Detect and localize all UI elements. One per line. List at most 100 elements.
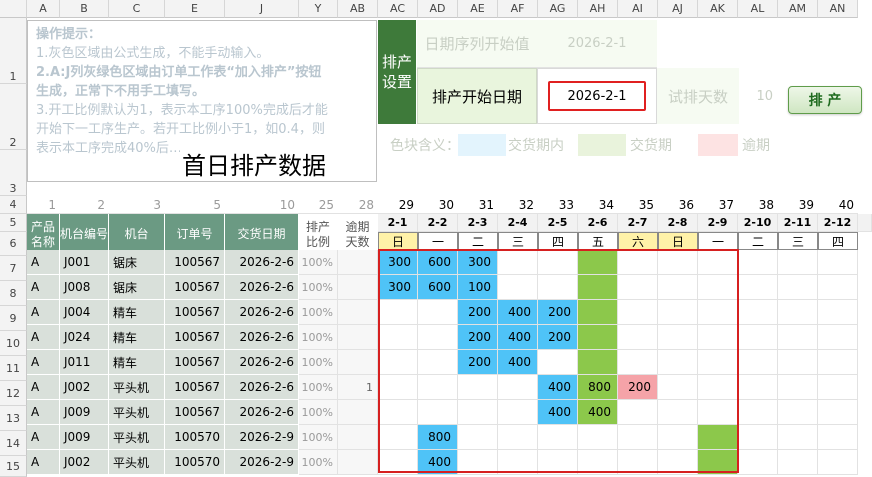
cell-machine[interactable]: 精车: [109, 325, 165, 350]
column-header[interactable]: AD: [418, 0, 458, 18]
cell-delivery[interactable]: 2026-2-6: [225, 275, 299, 300]
schedule-cell[interactable]: 300: [458, 250, 498, 275]
cell-order[interactable]: 100567: [165, 350, 225, 375]
cell-order[interactable]: 100570: [165, 450, 225, 475]
schedule-cell[interactable]: [738, 250, 778, 275]
row-header[interactable]: 14: [0, 431, 27, 456]
schedule-cell[interactable]: [418, 300, 458, 325]
schedule-cell[interactable]: [778, 325, 818, 350]
schedule-cell[interactable]: [658, 400, 698, 425]
cell-delivery[interactable]: 2026-2-6: [225, 400, 299, 425]
schedule-cell[interactable]: [378, 425, 418, 450]
column-header[interactable]: C: [109, 0, 165, 18]
start-date-input[interactable]: 2026-2-1: [537, 68, 657, 124]
cell-overdue[interactable]: [338, 400, 378, 425]
schedule-cell[interactable]: [738, 300, 778, 325]
schedule-cell[interactable]: 200: [618, 375, 658, 400]
schedule-cell[interactable]: [658, 375, 698, 400]
schedule-cell[interactable]: [818, 300, 858, 325]
schedule-cell[interactable]: 400: [538, 375, 578, 400]
schedule-cell[interactable]: [618, 425, 658, 450]
schedule-cell[interactable]: [738, 400, 778, 425]
cell-delivery[interactable]: 2026-2-6: [225, 350, 299, 375]
cell-machine[interactable]: 平头机: [109, 375, 165, 400]
schedule-cell[interactable]: 400: [538, 400, 578, 425]
column-header[interactable]: AJ: [658, 0, 698, 18]
schedule-cell[interactable]: [378, 350, 418, 375]
schedule-cell[interactable]: [698, 275, 738, 300]
schedule-cell[interactable]: 400: [498, 300, 538, 325]
schedule-cell[interactable]: [418, 375, 458, 400]
row-header[interactable]: 2: [0, 84, 27, 150]
schedule-cell[interactable]: [578, 325, 618, 350]
schedule-cell[interactable]: [738, 275, 778, 300]
column-header[interactable]: J: [225, 0, 299, 18]
cell-product[interactable]: A: [27, 375, 60, 400]
schedule-cell[interactable]: [778, 275, 818, 300]
schedule-cell[interactable]: [698, 425, 738, 450]
schedule-cell[interactable]: 600: [418, 250, 458, 275]
schedule-cell[interactable]: 800: [578, 375, 618, 400]
schedule-cell[interactable]: [738, 350, 778, 375]
schedule-cell[interactable]: 200: [458, 350, 498, 375]
schedule-cell[interactable]: [818, 375, 858, 400]
cell-machine-no[interactable]: J008: [60, 275, 109, 300]
cell-machine-no[interactable]: J024: [60, 325, 109, 350]
schedule-cell[interactable]: [578, 300, 618, 325]
cell-product[interactable]: A: [27, 275, 60, 300]
schedule-cell[interactable]: 400: [418, 450, 458, 475]
cell-machine[interactable]: 平头机: [109, 450, 165, 475]
cell-order[interactable]: 100567: [165, 325, 225, 350]
schedule-cell[interactable]: [418, 400, 458, 425]
cell-machine-no[interactable]: J001: [60, 250, 109, 275]
schedule-cell[interactable]: [618, 350, 658, 375]
cell-overdue[interactable]: 1: [338, 375, 378, 400]
schedule-cell[interactable]: [538, 275, 578, 300]
cell-machine[interactable]: 平头机: [109, 400, 165, 425]
schedule-cell[interactable]: [498, 375, 538, 400]
cell-product[interactable]: A: [27, 250, 60, 275]
schedule-cell[interactable]: [658, 350, 698, 375]
schedule-cell[interactable]: [818, 325, 858, 350]
column-header[interactable]: AL: [738, 0, 778, 18]
schedule-cell[interactable]: [698, 375, 738, 400]
cell-product[interactable]: A: [27, 325, 60, 350]
schedule-cell[interactable]: 600: [418, 275, 458, 300]
schedule-cell[interactable]: [498, 400, 538, 425]
schedule-cell[interactable]: [658, 250, 698, 275]
cell-overdue[interactable]: [338, 300, 378, 325]
row-header[interactable]: 15: [0, 456, 27, 477]
cell-ratio[interactable]: 100%: [299, 450, 338, 475]
cell-product[interactable]: A: [27, 450, 60, 475]
column-header[interactable]: AK: [698, 0, 738, 18]
schedule-cell[interactable]: [698, 325, 738, 350]
schedule-cell[interactable]: [578, 250, 618, 275]
schedule-cell[interactable]: [538, 250, 578, 275]
schedule-cell[interactable]: [698, 300, 738, 325]
cell-overdue[interactable]: [338, 450, 378, 475]
cell-order[interactable]: 100567: [165, 250, 225, 275]
cell-machine[interactable]: 平头机: [109, 425, 165, 450]
schedule-cell[interactable]: [778, 400, 818, 425]
row-header[interactable]: 6: [0, 232, 27, 256]
cell-machine[interactable]: 锯床: [109, 275, 165, 300]
cell-machine-no[interactable]: J002: [60, 375, 109, 400]
cell-machine-no[interactable]: J002: [60, 450, 109, 475]
schedule-cell[interactable]: [658, 325, 698, 350]
schedule-cell[interactable]: [738, 450, 778, 475]
schedule-cell[interactable]: [418, 325, 458, 350]
row-header[interactable]: 7: [0, 256, 27, 281]
schedule-cell[interactable]: [458, 400, 498, 425]
select-all-corner[interactable]: [0, 0, 27, 18]
schedule-cell[interactable]: [778, 450, 818, 475]
cell-ratio[interactable]: 100%: [299, 300, 338, 325]
cell-ratio[interactable]: 100%: [299, 400, 338, 425]
column-header[interactable]: Y: [299, 0, 338, 18]
cell-machine-no[interactable]: J004: [60, 300, 109, 325]
cell-machine[interactable]: 精车: [109, 300, 165, 325]
cell-order[interactable]: 100567: [165, 400, 225, 425]
cell-ratio[interactable]: 100%: [299, 250, 338, 275]
column-header[interactable]: AB: [338, 0, 378, 18]
cell-machine-no[interactable]: J009: [60, 400, 109, 425]
column-header[interactable]: AE: [458, 0, 498, 18]
